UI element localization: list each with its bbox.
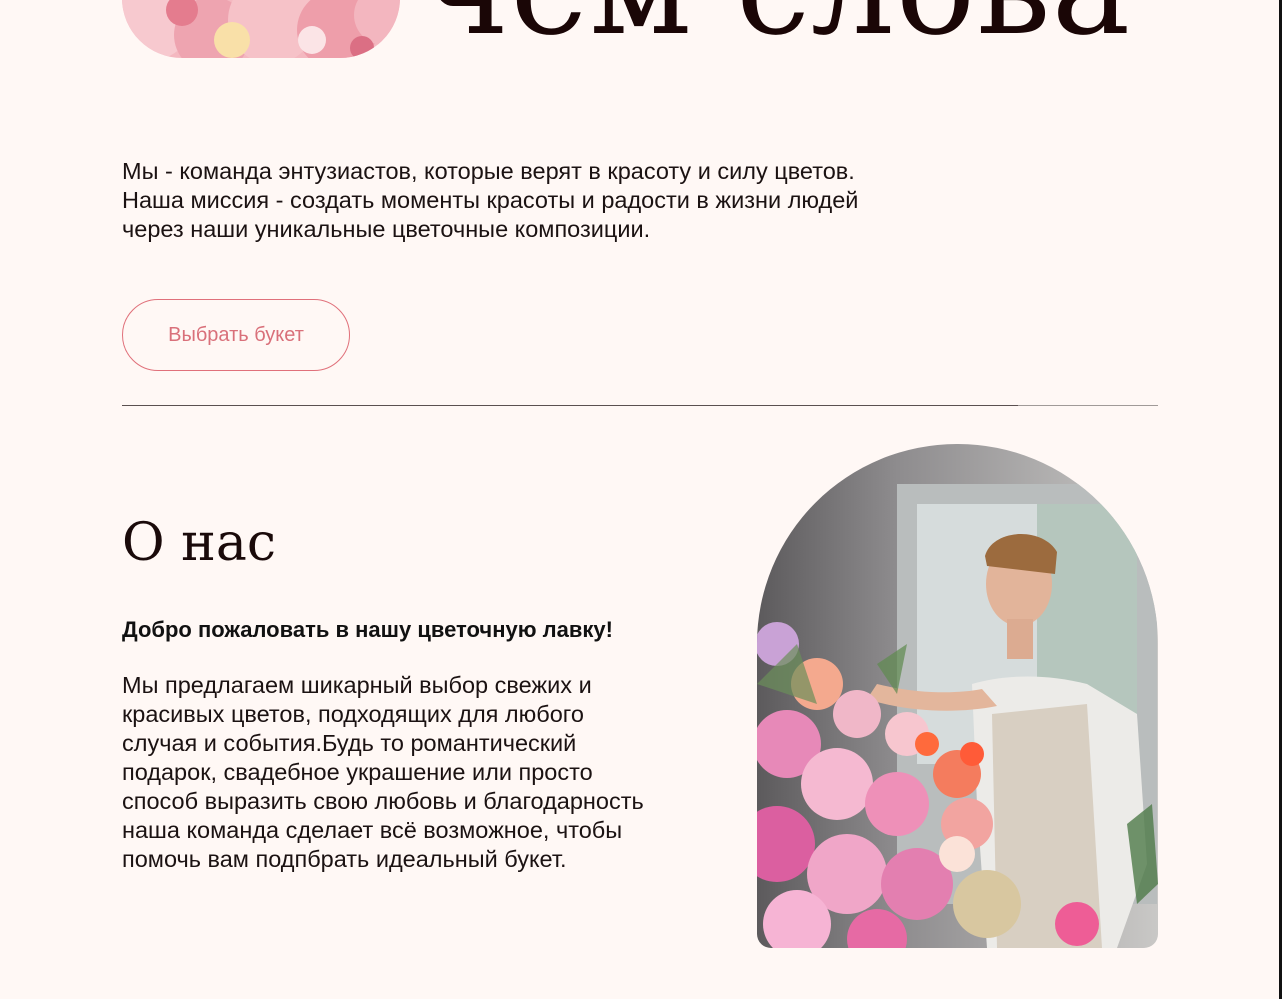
page: чем слова Мы - команда энтузиастов, кото…	[0, 0, 1282, 999]
about-subtitle: Добро пожаловать в нашу цветочную лавку!	[122, 617, 613, 642]
hero-title: чем слова	[422, 0, 1131, 54]
hero-flower-image	[122, 0, 400, 58]
about-text: Мы предлагаем шикарный выбор свежих и кр…	[122, 672, 644, 872]
hero-description: Мы - команда энтузиастов, которые верят …	[122, 158, 859, 242]
florist-photo	[757, 444, 1158, 948]
about-title: О нас	[122, 513, 276, 573]
section-divider-end	[1018, 405, 1158, 406]
section-divider	[122, 405, 1158, 406]
choose-bouquet-button[interactable]: Выбрать букет	[122, 299, 350, 371]
